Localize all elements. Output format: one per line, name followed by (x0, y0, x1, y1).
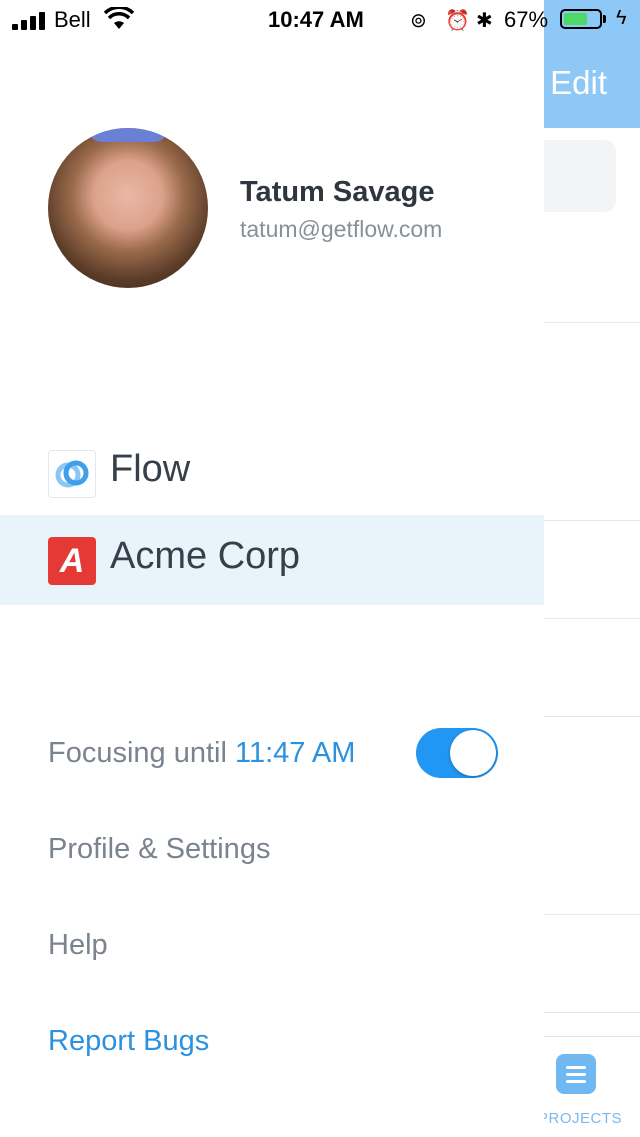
list-divider (544, 322, 640, 323)
carrier-name: Bell (54, 7, 91, 32)
side-drawer: Tatum Savage tatum@getflow.com Flow A Ac… (0, 0, 544, 1136)
projects-tab-icon[interactable] (556, 1054, 596, 1094)
menu-item-report-bugs[interactable]: Report Bugs (48, 1025, 209, 1058)
focus-label: Focusing until (48, 737, 227, 769)
workspace-label: Acme Corp (110, 535, 301, 577)
workspace-label: Flow (110, 448, 191, 490)
charging-icon: ϟ (616, 7, 627, 29)
focus-toggle[interactable] (416, 728, 498, 778)
list-divider (544, 618, 640, 619)
battery-fill (564, 13, 587, 25)
list-divider (544, 1012, 640, 1013)
status-bar: Bell 10:47 AM ⊚ ⏰ ✱ 67% ϟ (0, 0, 640, 40)
workspace-item-acme-corp[interactable]: A Acme Corp (0, 515, 544, 605)
menu-item-help[interactable]: Help (48, 929, 108, 962)
status-time: 10:47 AM (268, 7, 364, 32)
tab-projects[interactable]: PROJECTS (538, 1110, 622, 1127)
focus-mode-label: Focusing until 11:47 AM (48, 737, 355, 770)
alarm-icon: ⏰ (445, 10, 470, 32)
edit-button[interactable]: Edit (550, 64, 607, 102)
workspace-item-flow[interactable]: Flow (0, 428, 544, 518)
flow-logo-icon (48, 450, 96, 498)
user-email: tatum@getflow.com (240, 216, 443, 242)
signal-icon (12, 12, 52, 30)
wifi-icon (103, 5, 135, 37)
battery-percent: 67% (504, 7, 549, 32)
battery-tip (603, 15, 606, 23)
battery-icon (560, 9, 602, 29)
bluetooth-icon: ✱ (476, 10, 493, 32)
user-name: Tatum Savage (240, 176, 435, 208)
list-divider (544, 520, 640, 521)
list-divider (544, 716, 640, 717)
toggle-knob (450, 730, 496, 776)
avatar[interactable] (48, 128, 208, 288)
list-divider (544, 914, 640, 915)
orientation-lock-icon: ⊚ (410, 10, 427, 32)
focus-time: 11:47 AM (235, 737, 356, 769)
menu-item-profile-settings[interactable]: Profile & Settings (48, 833, 270, 866)
headband-detail (88, 128, 168, 142)
acme-logo-icon: A (48, 537, 96, 585)
